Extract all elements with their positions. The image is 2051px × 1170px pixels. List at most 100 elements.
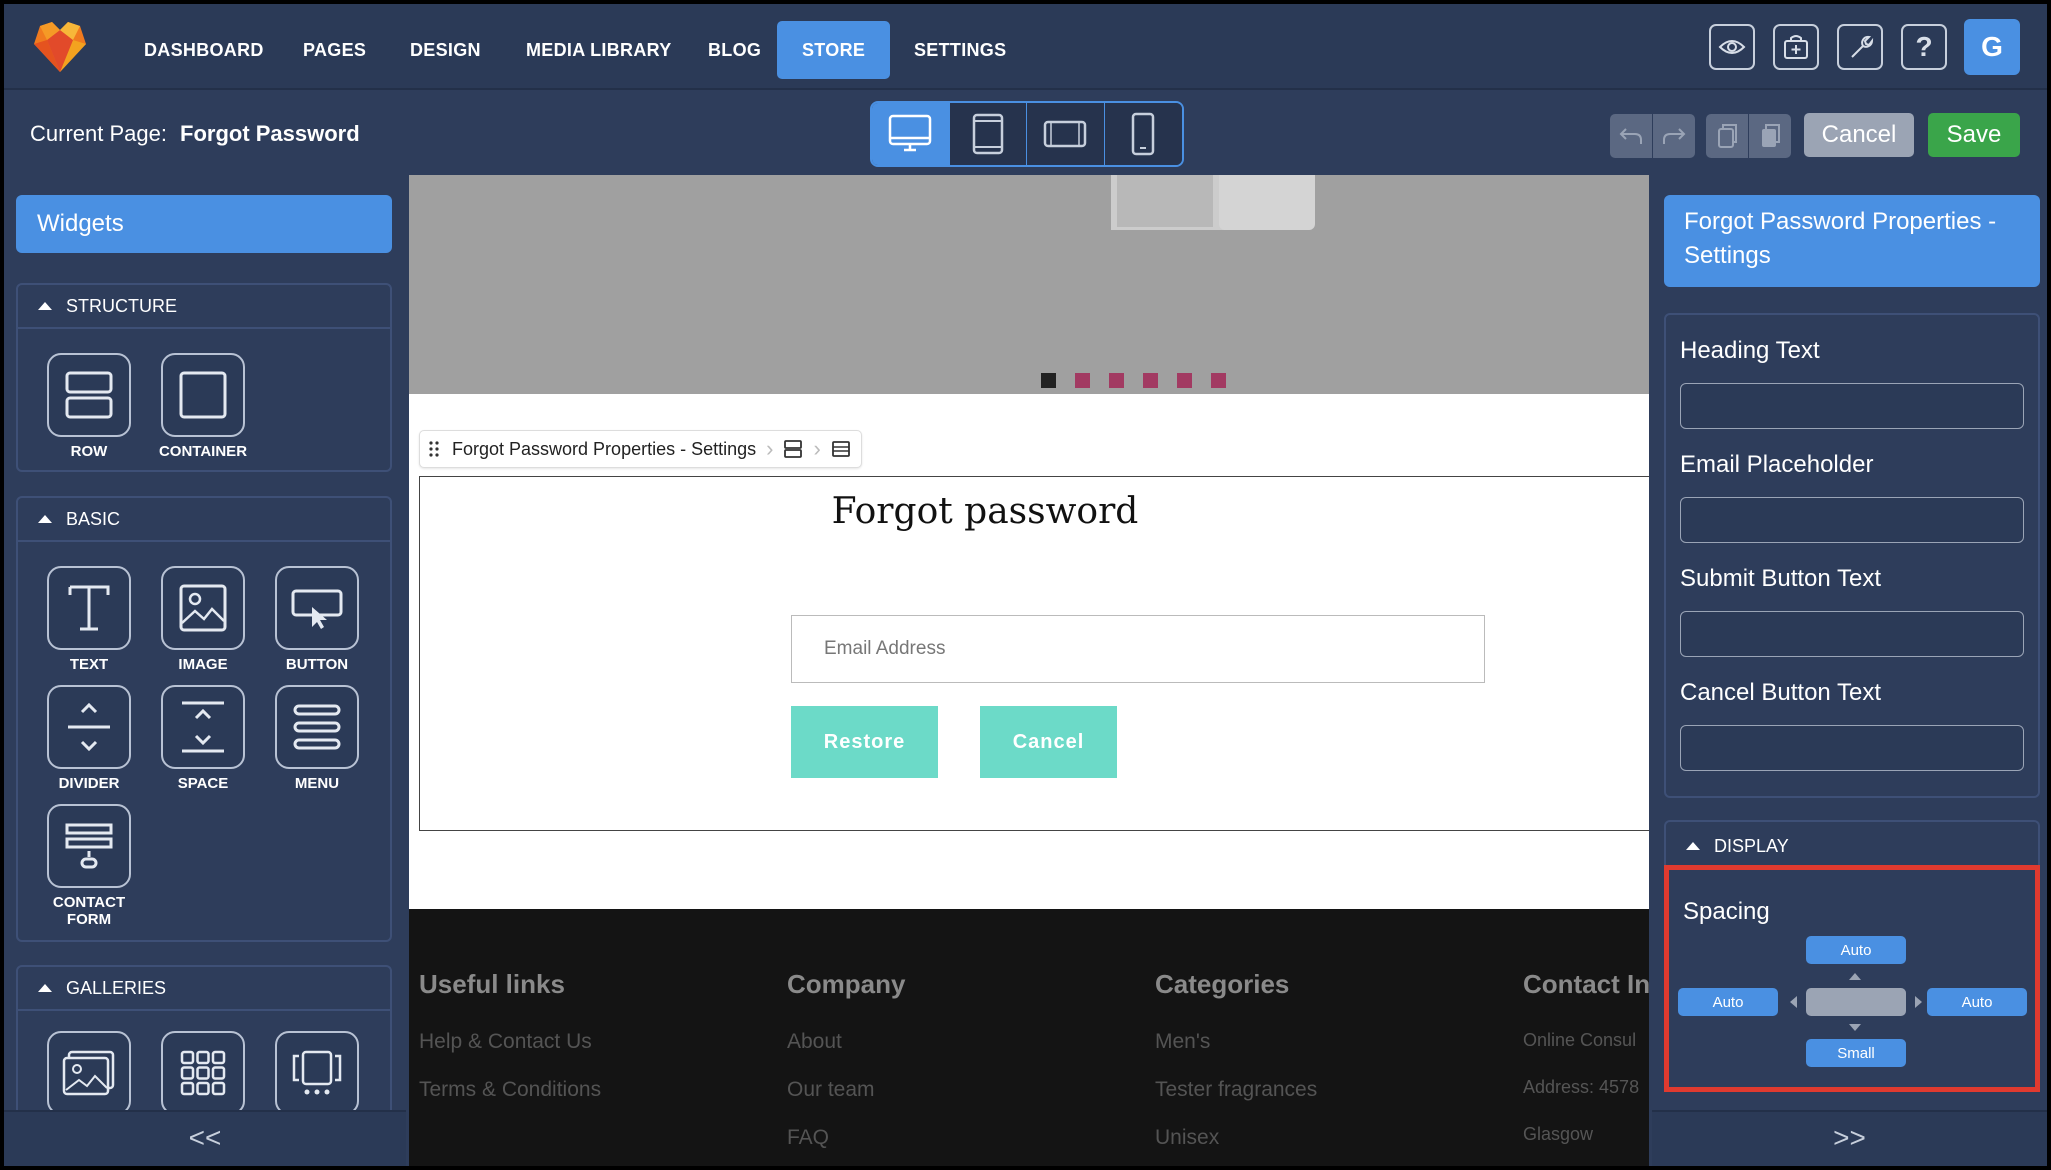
spacing-label: Spacing [1683, 898, 1770, 925]
widget-space[interactable]: SPACE [146, 685, 260, 792]
collapse-caret-icon [38, 515, 52, 523]
email-address-input[interactable]: Email Address [791, 615, 1485, 683]
footer-heading: Categories [1155, 969, 1290, 999]
slider-dot[interactable] [1143, 373, 1158, 388]
container-icon [161, 353, 245, 437]
logo[interactable] [30, 16, 90, 76]
paste-icon[interactable] [1749, 114, 1791, 158]
text-icon [47, 566, 131, 650]
gallery-image-icon [47, 1031, 131, 1115]
basic-section-header[interactable]: BASIC [18, 498, 390, 542]
galleries-section-header[interactable]: GALLERIES [18, 967, 390, 1011]
footer-link[interactable]: Tester fragrances [1155, 1078, 1317, 1102]
footer-link[interactable]: Unisex [1155, 1126, 1317, 1150]
heading-text-input[interactable] [1680, 383, 2024, 429]
widget-image[interactable]: IMAGE [146, 566, 260, 673]
cancel-button-text-input[interactable] [1680, 725, 2024, 771]
footer-link[interactable]: Our team [787, 1078, 905, 1102]
cancel-button-text-label: Cancel Button Text [1680, 679, 1882, 706]
nav-media-library[interactable]: MEDIA LIBRARY [506, 21, 692, 79]
galleries-section: GALLERIES [16, 965, 392, 1125]
widget-gallery-single[interactable] [32, 1031, 146, 1115]
mobile-view-icon[interactable] [1104, 103, 1182, 165]
slider-dot[interactable] [1075, 373, 1090, 388]
footer-link[interactable]: Help & Contact Us [419, 1030, 601, 1054]
tablet-view-icon[interactable] [949, 103, 1027, 165]
wrench-icon[interactable] [1837, 24, 1883, 70]
slider-dot[interactable] [1211, 373, 1226, 388]
spacing-right-button[interactable]: Auto [1927, 988, 2027, 1016]
breadcrumb-current[interactable]: Forgot Password Properties - Settings [452, 439, 756, 460]
spacing-center-box [1806, 988, 1906, 1016]
forgot-password-widget[interactable]: Forgot password Email Address Restore Ca… [419, 476, 1649, 831]
nav-settings[interactable]: SETTINGS [894, 21, 1026, 79]
nav-blog[interactable]: BLOG [688, 21, 781, 79]
structure-section: STRUCTURE ROW CONTAINER [16, 283, 392, 472]
cancel-button[interactable]: Cancel [1804, 113, 1914, 157]
widget-gallery-grid[interactable] [146, 1031, 260, 1115]
footer-link[interactable]: FAQ [787, 1126, 905, 1150]
widget-container[interactable]: CONTAINER [146, 353, 260, 460]
menu-icon [275, 685, 359, 769]
widget-row[interactable]: ROW [32, 353, 146, 460]
footer-heading: Contact In [1523, 969, 1649, 999]
spacing-top-button[interactable]: Auto [1806, 936, 1906, 964]
display-section-header[interactable]: DISPLAY [1664, 820, 2040, 870]
nav-design[interactable]: DESIGN [390, 21, 501, 79]
slider-dot[interactable] [1041, 373, 1056, 388]
page-canvas: Forgot Password Properties - Settings › … [409, 175, 1649, 1166]
submit-button-text-input[interactable] [1680, 611, 2024, 657]
row-parent-icon[interactable] [783, 439, 803, 459]
widget-text[interactable]: TEXT [32, 566, 146, 673]
galleries-section-title: GALLERIES [66, 977, 167, 998]
app-window: DASHBOARD PAGES DESIGN MEDIA LIBRARY BLO… [4, 4, 2047, 1166]
save-button[interactable]: Save [1928, 113, 2020, 157]
widget-label: CONTACT FORM [52, 894, 126, 928]
contact-form-icon [47, 804, 131, 888]
spacing-bottom-button[interactable]: Small [1806, 1039, 1906, 1067]
slider-dot[interactable] [1177, 373, 1192, 388]
user-avatar[interactable]: G [1964, 19, 2020, 75]
collapse-left-panel-button[interactable]: << [4, 1110, 406, 1166]
undo-icon[interactable] [1610, 114, 1652, 158]
restore-button[interactable]: Restore [791, 706, 938, 778]
display-section-title: DISPLAY [1714, 835, 1789, 856]
copy-icon[interactable] [1706, 114, 1748, 158]
footer-contact-line: Address: 4578 [1523, 1077, 1640, 1097]
slider-icon [275, 1031, 359, 1115]
email-placeholder-input[interactable] [1680, 497, 2024, 543]
widget-divider[interactable]: DIVIDER [32, 685, 146, 792]
nav-store[interactable]: STORE [777, 21, 891, 79]
drag-handle-icon[interactable] [428, 440, 440, 458]
submit-button-text-label: Submit Button Text [1680, 565, 1881, 592]
nav-dashboard[interactable]: DASHBOARD [124, 21, 284, 79]
collapse-caret-icon [1686, 842, 1700, 850]
canvas-cancel-button[interactable]: Cancel [980, 706, 1117, 778]
structure-section-title: STRUCTURE [66, 295, 177, 316]
widget-breadcrumb[interactable]: Forgot Password Properties - Settings › … [419, 430, 862, 468]
footer-link[interactable]: Terms & Conditions [419, 1078, 601, 1102]
widget-gallery-slider[interactable] [260, 1031, 374, 1115]
spacing-control-highlight: Spacing Auto Auto Auto Small [1664, 865, 2040, 1092]
collapse-right-panel-button[interactable]: >> [1652, 1110, 2047, 1166]
desktop-view-icon[interactable] [872, 103, 950, 165]
help-icon[interactable]: ? [1901, 24, 1947, 70]
widget-menu[interactable]: MENU [260, 685, 374, 792]
section-parent-icon[interactable] [831, 439, 851, 459]
arrow-up-icon [1849, 973, 1861, 980]
redo-icon[interactable] [1653, 114, 1695, 158]
image-icon [161, 566, 245, 650]
footer-link[interactable]: About [787, 1030, 905, 1054]
spacing-left-button[interactable]: Auto [1678, 988, 1778, 1016]
preview-eye-icon[interactable] [1709, 24, 1755, 70]
grid-icon [161, 1031, 245, 1115]
widget-contact-form[interactable]: CONTACT FORM [32, 804, 146, 928]
widget-button[interactable]: BUTTON [260, 566, 374, 673]
tablet-landscape-view-icon[interactable] [1027, 103, 1105, 165]
nav-pages[interactable]: PAGES [283, 21, 386, 79]
store-bag-icon[interactable] [1773, 24, 1819, 70]
top-navigation: DASHBOARD PAGES DESIGN MEDIA LIBRARY BLO… [4, 4, 2047, 90]
structure-section-header[interactable]: STRUCTURE [18, 285, 390, 329]
footer-link[interactable]: Men's [1155, 1030, 1317, 1054]
slider-dot[interactable] [1109, 373, 1124, 388]
